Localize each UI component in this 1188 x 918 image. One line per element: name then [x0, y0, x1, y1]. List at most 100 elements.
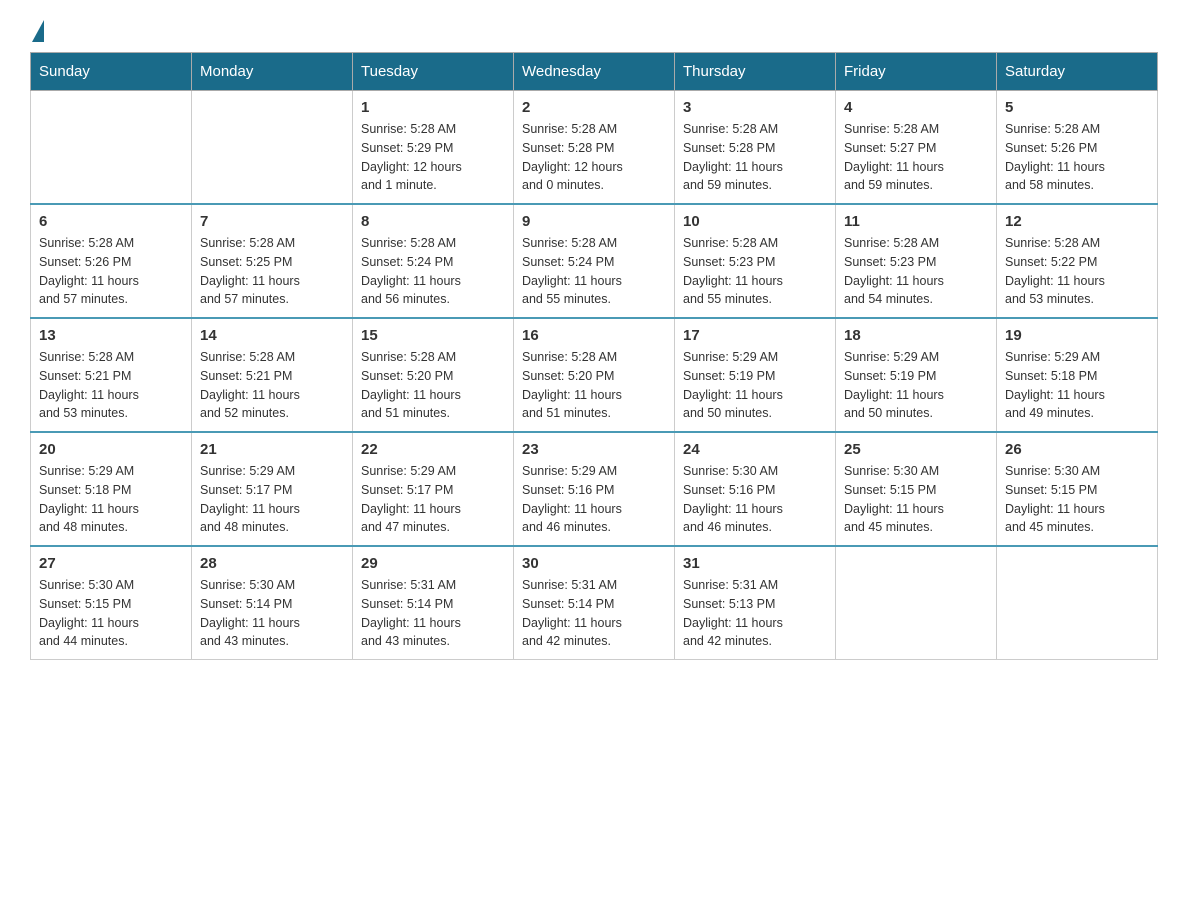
header-monday: Monday — [192, 53, 353, 91]
day-info: Sunrise: 5:29 AMSunset: 5:18 PMDaylight:… — [39, 462, 183, 537]
calendar-cell: 25Sunrise: 5:30 AMSunset: 5:15 PMDayligh… — [836, 432, 997, 546]
day-info: Sunrise: 5:30 AMSunset: 5:15 PMDaylight:… — [39, 576, 183, 651]
day-number: 8 — [361, 213, 505, 230]
calendar-cell: 27Sunrise: 5:30 AMSunset: 5:15 PMDayligh… — [31, 546, 192, 660]
day-info: Sunrise: 5:28 AMSunset: 5:23 PMDaylight:… — [683, 234, 827, 309]
calendar-cell — [836, 546, 997, 660]
calendar-cell: 6 Sunrise: 5:28 AMSunset: 5:26 PMDaylight… — [31, 204, 192, 318]
day-info: Sunrise: 5:30 AMSunset: 5:15 PMDaylight:… — [844, 462, 988, 537]
calendar-week-row: 20 Sunrise: 5:29 AMSunset: 5:18 PMDayligh… — [31, 432, 1158, 546]
day-info: Sunrise: 5:28 AMSunset: 5:24 PMDaylight:… — [522, 234, 666, 309]
calendar-cell: 20 Sunrise: 5:29 AMSunset: 5:18 PMDayligh… — [31, 432, 192, 546]
day-info: Sunrise: 5:29 AMSunset: 5:16 PMDaylight:… — [522, 462, 666, 537]
calendar-cell: 18 Sunrise: 5:29 AMSunset: 5:19 PMDayligh… — [836, 318, 997, 432]
calendar-cell: 2Sunrise: 5:28 AMSunset: 5:28 PMDaylight… — [514, 91, 675, 205]
calendar-cell: 7 Sunrise: 5:28 AMSunset: 5:25 PMDaylight… — [192, 204, 353, 318]
calendar-cell: 14 Sunrise: 5:28 AMSunset: 5:21 PMDayligh… — [192, 318, 353, 432]
day-info: Sunrise: 5:30 AMSunset: 5:16 PMDaylight:… — [683, 462, 827, 537]
calendar-cell: 26Sunrise: 5:30 AMSunset: 5:15 PMDayligh… — [997, 432, 1158, 546]
calendar-cell: 30 Sunrise: 5:31 AMSunset: 5:14 PMDayligh… — [514, 546, 675, 660]
day-number: 29 — [361, 555, 505, 572]
day-info: Sunrise: 5:28 AMSunset: 5:26 PMDaylight:… — [39, 234, 183, 309]
day-info: Sunrise: 5:31 AMSunset: 5:14 PMDaylight:… — [522, 576, 666, 651]
day-number: 22 — [361, 441, 505, 458]
day-number: 21 — [200, 441, 344, 458]
day-number: 6 — [39, 213, 183, 230]
day-info: Sunrise: 5:28 AMSunset: 5:20 PMDaylight:… — [361, 348, 505, 423]
logo-triangle-icon — [32, 20, 44, 42]
day-info: Sunrise: 5:30 AMSunset: 5:14 PMDaylight:… — [200, 576, 344, 651]
day-info: Sunrise: 5:29 AMSunset: 5:18 PMDaylight:… — [1005, 348, 1149, 423]
day-number: 26 — [1005, 441, 1149, 458]
day-info: Sunrise: 5:28 AMSunset: 5:27 PMDaylight:… — [844, 120, 988, 195]
day-info: Sunrise: 5:28 AMSunset: 5:20 PMDaylight:… — [522, 348, 666, 423]
page-header — [30, 20, 1158, 42]
calendar-cell: 21 Sunrise: 5:29 AMSunset: 5:17 PMDayligh… — [192, 432, 353, 546]
calendar-table: SundayMondayTuesdayWednesdayThursdayFrid… — [30, 52, 1158, 660]
day-number: 31 — [683, 555, 827, 572]
calendar-cell: 15 Sunrise: 5:28 AMSunset: 5:20 PMDayligh… — [353, 318, 514, 432]
calendar-cell: 23 Sunrise: 5:29 AMSunset: 5:16 PMDayligh… — [514, 432, 675, 546]
day-number: 5 — [1005, 99, 1149, 116]
day-number: 18 — [844, 327, 988, 344]
header-friday: Friday — [836, 53, 997, 91]
calendar-cell: 17Sunrise: 5:29 AMSunset: 5:19 PMDayligh… — [675, 318, 836, 432]
calendar-cell: 10 Sunrise: 5:28 AMSunset: 5:23 PMDayligh… — [675, 204, 836, 318]
logo — [30, 20, 46, 42]
day-number: 14 — [200, 327, 344, 344]
day-info: Sunrise: 5:28 AMSunset: 5:22 PMDaylight:… — [1005, 234, 1149, 309]
calendar-cell: 8 Sunrise: 5:28 AMSunset: 5:24 PMDaylight… — [353, 204, 514, 318]
day-number: 13 — [39, 327, 183, 344]
header-sunday: Sunday — [31, 53, 192, 91]
day-info: Sunrise: 5:28 AMSunset: 5:24 PMDaylight:… — [361, 234, 505, 309]
day-number: 3 — [683, 99, 827, 116]
day-info: Sunrise: 5:28 AMSunset: 5:23 PMDaylight:… — [844, 234, 988, 309]
calendar-cell: 3 Sunrise: 5:28 AMSunset: 5:28 PMDaylight… — [675, 91, 836, 205]
calendar-week-row: 6 Sunrise: 5:28 AMSunset: 5:26 PMDaylight… — [31, 204, 1158, 318]
day-number: 10 — [683, 213, 827, 230]
day-number: 30 — [522, 555, 666, 572]
day-info: Sunrise: 5:28 AMSunset: 5:21 PMDaylight:… — [39, 348, 183, 423]
calendar-cell — [31, 91, 192, 205]
day-info: Sunrise: 5:28 AMSunset: 5:21 PMDaylight:… — [200, 348, 344, 423]
day-number: 23 — [522, 441, 666, 458]
day-number: 24 — [683, 441, 827, 458]
calendar-cell: 12 Sunrise: 5:28 AMSunset: 5:22 PMDayligh… — [997, 204, 1158, 318]
calendar-cell: 9 Sunrise: 5:28 AMSunset: 5:24 PMDaylight… — [514, 204, 675, 318]
header-saturday: Saturday — [997, 53, 1158, 91]
day-info: Sunrise: 5:29 AMSunset: 5:17 PMDaylight:… — [200, 462, 344, 537]
day-number: 2 — [522, 99, 666, 116]
day-number: 15 — [361, 327, 505, 344]
calendar-week-row: 1 Sunrise: 5:28 AMSunset: 5:29 PMDaylight… — [31, 91, 1158, 205]
calendar-cell: 16 Sunrise: 5:28 AMSunset: 5:20 PMDayligh… — [514, 318, 675, 432]
header-thursday: Thursday — [675, 53, 836, 91]
day-info: Sunrise: 5:29 AMSunset: 5:19 PMDaylight:… — [844, 348, 988, 423]
day-info: Sunrise: 5:28 AMSunset: 5:25 PMDaylight:… — [200, 234, 344, 309]
calendar-cell: 13 Sunrise: 5:28 AMSunset: 5:21 PMDayligh… — [31, 318, 192, 432]
day-number: 9 — [522, 213, 666, 230]
calendar-cell: 19 Sunrise: 5:29 AMSunset: 5:18 PMDayligh… — [997, 318, 1158, 432]
calendar-cell: 5 Sunrise: 5:28 AMSunset: 5:26 PMDaylight… — [997, 91, 1158, 205]
day-number: 4 — [844, 99, 988, 116]
header-wednesday: Wednesday — [514, 53, 675, 91]
day-info: Sunrise: 5:31 AMSunset: 5:14 PMDaylight:… — [361, 576, 505, 651]
day-number: 7 — [200, 213, 344, 230]
day-number: 11 — [844, 213, 988, 230]
day-number: 20 — [39, 441, 183, 458]
day-number: 1 — [361, 99, 505, 116]
calendar-cell — [997, 546, 1158, 660]
day-number: 16 — [522, 327, 666, 344]
day-info: Sunrise: 5:28 AMSunset: 5:29 PMDaylight:… — [361, 120, 505, 195]
day-number: 12 — [1005, 213, 1149, 230]
calendar-cell: 4 Sunrise: 5:28 AMSunset: 5:27 PMDaylight… — [836, 91, 997, 205]
calendar-week-row: 27Sunrise: 5:30 AMSunset: 5:15 PMDayligh… — [31, 546, 1158, 660]
day-info: Sunrise: 5:28 AMSunset: 5:28 PMDaylight:… — [683, 120, 827, 195]
calendar-cell: 24 Sunrise: 5:30 AMSunset: 5:16 PMDayligh… — [675, 432, 836, 546]
calendar-cell — [192, 91, 353, 205]
day-info: Sunrise: 5:28 AMSunset: 5:26 PMDaylight:… — [1005, 120, 1149, 195]
day-number: 19 — [1005, 327, 1149, 344]
calendar-week-row: 13 Sunrise: 5:28 AMSunset: 5:21 PMDayligh… — [31, 318, 1158, 432]
header-tuesday: Tuesday — [353, 53, 514, 91]
day-number: 17 — [683, 327, 827, 344]
calendar-cell: 31Sunrise: 5:31 AMSunset: 5:13 PMDayligh… — [675, 546, 836, 660]
